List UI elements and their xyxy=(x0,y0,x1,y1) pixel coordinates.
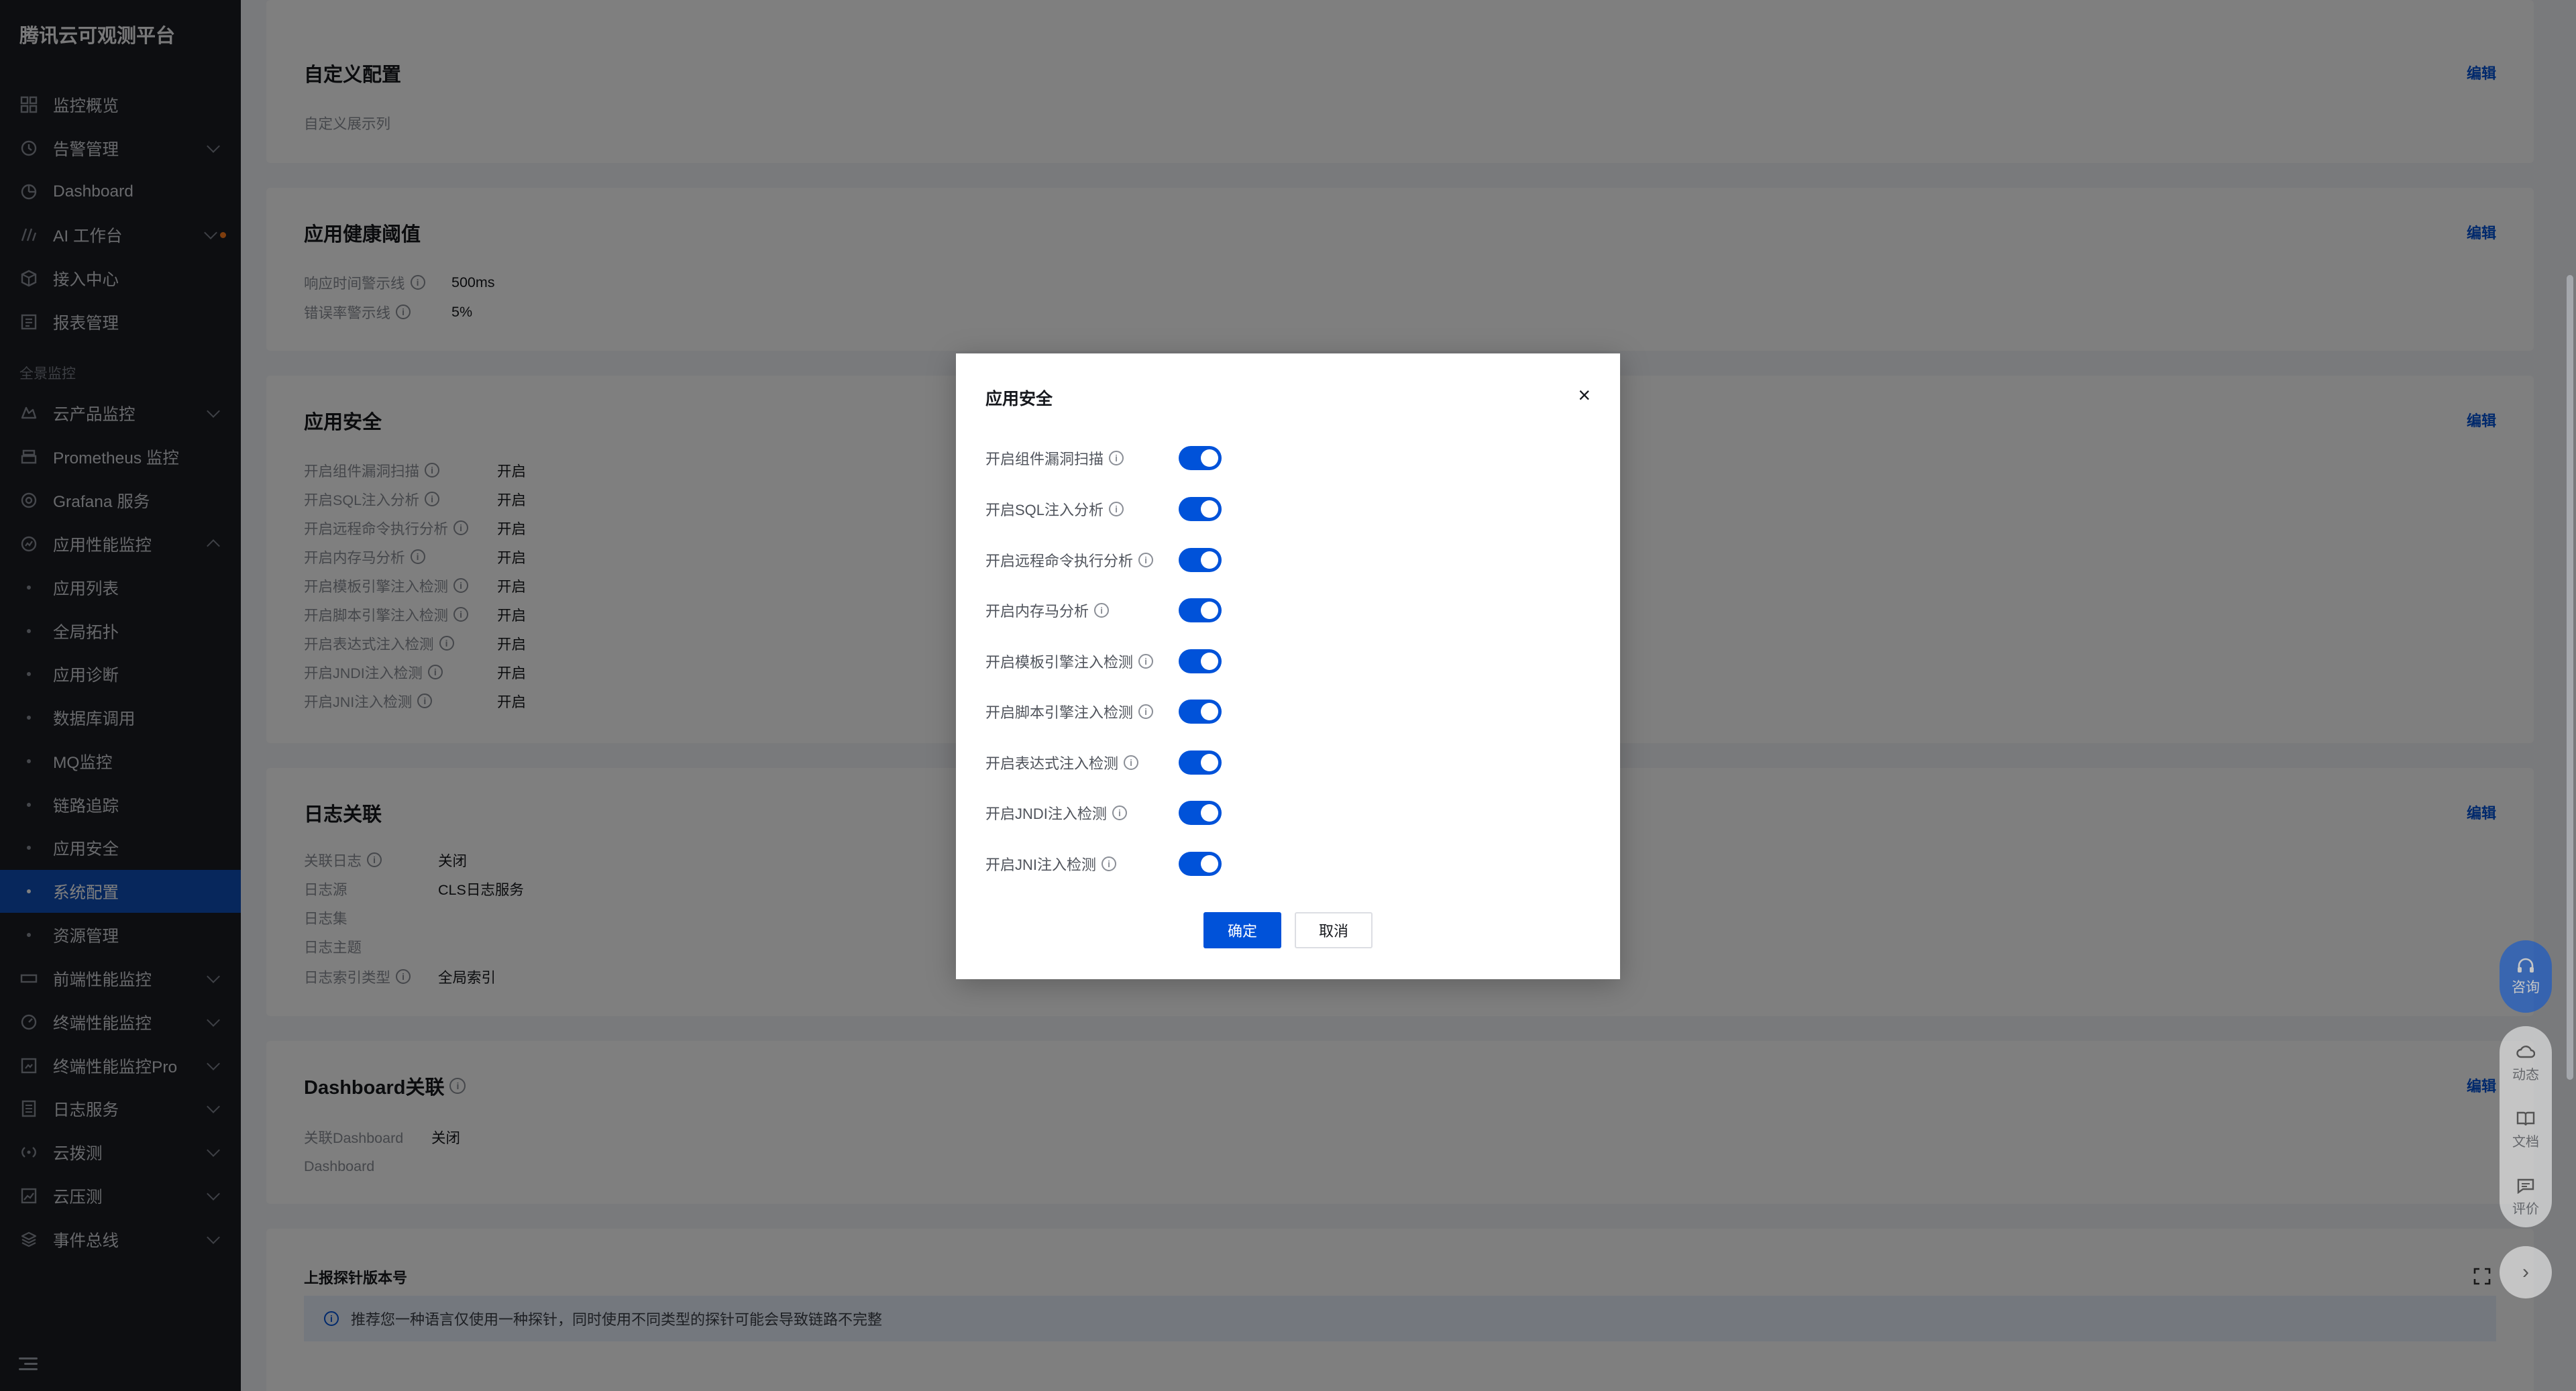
switch-row: 开启SQL注入分析 i xyxy=(985,496,1589,522)
switch-row: 开启远程命令执行分析 i xyxy=(985,547,1589,573)
close-icon[interactable]: × xyxy=(1578,384,1591,406)
toggle-switch[interactable] xyxy=(1179,598,1222,622)
confirm-button[interactable]: 确定 xyxy=(1203,912,1281,948)
switch-row: 开启脚本引擎注入检测 i xyxy=(985,698,1589,725)
info-icon: i xyxy=(1124,755,1139,770)
info-icon: i xyxy=(1138,654,1154,669)
toggle-switch[interactable] xyxy=(1179,446,1222,470)
app-security-dialog: 应用安全 × 开启组件漏洞扫描 i 开启SQL注入分析 i 开启远程命令执行分析 i … xyxy=(956,353,1620,979)
info-icon: i xyxy=(1102,856,1117,871)
switch-row: 开启表达式注入检测 i xyxy=(985,749,1589,776)
switch-row: 开启JNI注入检测 i xyxy=(985,850,1589,877)
toggle-switch[interactable] xyxy=(1179,801,1222,825)
info-icon: i xyxy=(1138,704,1154,719)
info-icon: i xyxy=(1109,502,1124,516)
info-icon: i xyxy=(1094,603,1110,618)
toggle-switch[interactable] xyxy=(1179,548,1222,572)
toggle-switch[interactable] xyxy=(1179,852,1222,876)
info-icon: i xyxy=(1112,805,1127,820)
switch-row: 开启内存马分析 i xyxy=(985,597,1589,624)
info-icon: i xyxy=(1109,451,1124,465)
toggle-switch[interactable] xyxy=(1179,649,1222,673)
toggle-switch[interactable] xyxy=(1179,497,1222,521)
cancel-button[interactable]: 取消 xyxy=(1295,912,1373,948)
switch-row: 开启模板引擎注入检测 i xyxy=(985,648,1589,675)
switch-row: 开启组件漏洞扫描 i xyxy=(985,445,1589,471)
switch-row: 开启JNDI注入检测 i xyxy=(985,799,1589,826)
dialog-title: 应用安全 xyxy=(985,390,1053,408)
toggle-switch[interactable] xyxy=(1179,700,1222,724)
info-icon: i xyxy=(1138,553,1154,567)
toggle-switch[interactable] xyxy=(1179,750,1222,775)
